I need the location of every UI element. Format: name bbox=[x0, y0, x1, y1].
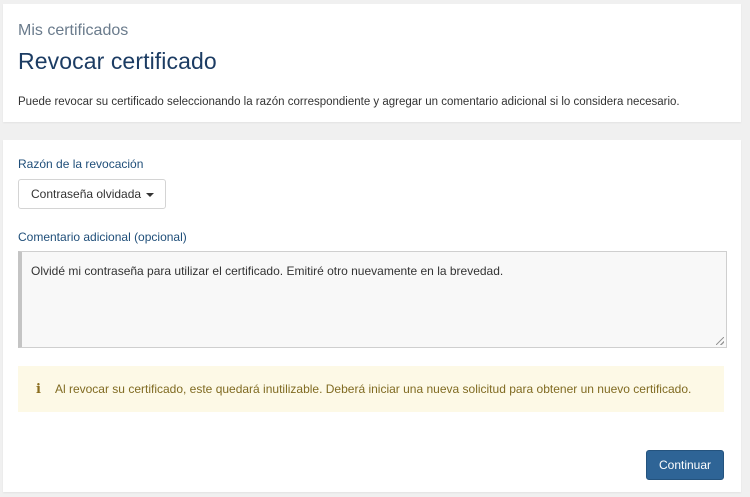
comment-textarea[interactable]: Olvidé mi contraseña para utilizar el ce… bbox=[18, 251, 727, 348]
comment-label: Comentario adicional (opcional) bbox=[18, 230, 187, 244]
revocation-form: Razón de la revocación Contraseña olvida… bbox=[3, 140, 741, 492]
reason-label: Razón de la revocación bbox=[18, 157, 144, 171]
reason-selected-value: Contraseña olvidada bbox=[31, 187, 142, 201]
info-icon: i bbox=[36, 381, 41, 397]
reason-select[interactable]: Contraseña olvidada bbox=[18, 179, 166, 209]
continue-button[interactable]: Continuar bbox=[646, 450, 724, 480]
warning-alert: i Al revocar su certificado, este quedar… bbox=[18, 366, 724, 412]
page-title: Revocar certificado bbox=[18, 48, 217, 74]
header-card: Mis certificados Revocar certificado Pue… bbox=[3, 4, 741, 122]
page-description: Puede revocar su certificado seleccionan… bbox=[18, 96, 680, 108]
breadcrumb[interactable]: Mis certificados bbox=[18, 22, 128, 40]
caret-down-icon bbox=[146, 193, 154, 197]
resize-grip-icon[interactable] bbox=[716, 337, 724, 345]
comment-text: Olvidé mi contraseña para utilizar el ce… bbox=[31, 264, 504, 278]
alert-text: Al revocar su certificado, este quedará … bbox=[54, 382, 692, 396]
